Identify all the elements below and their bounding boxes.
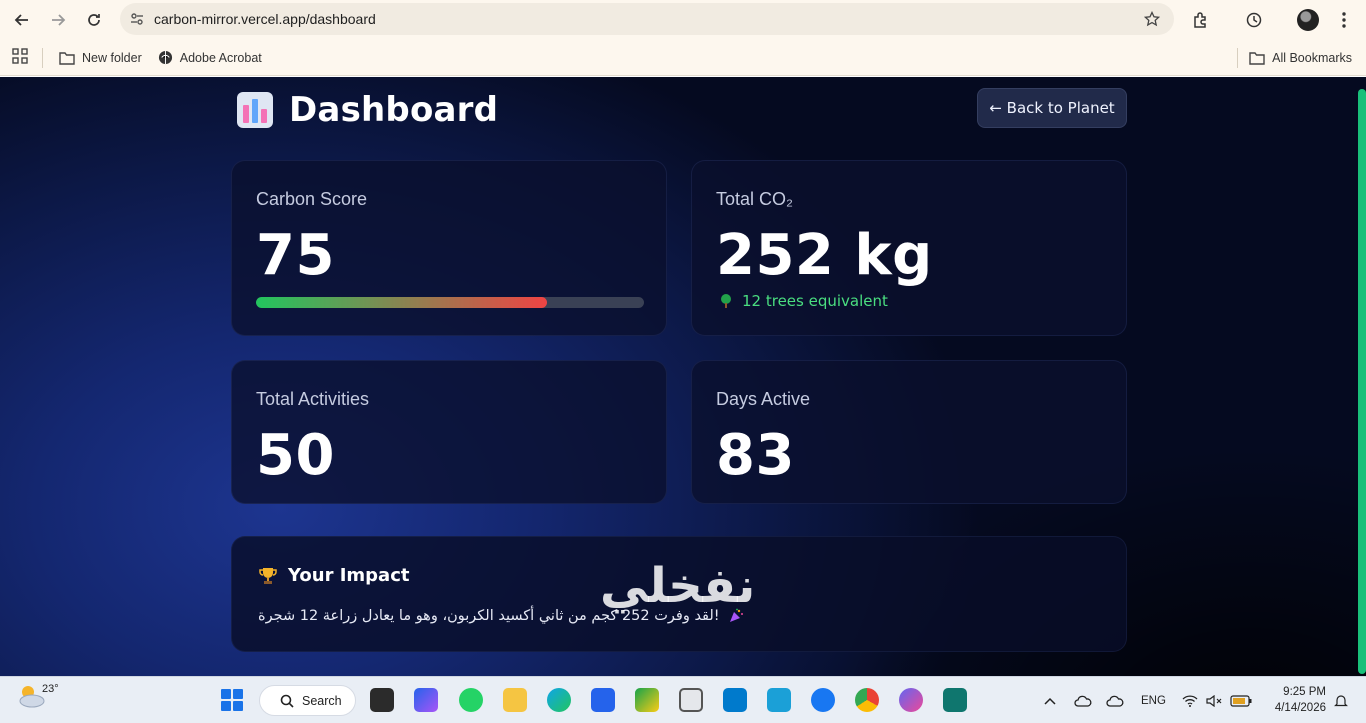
impact-title: Your Impact (258, 565, 409, 586)
bookmark-adobe-acrobat[interactable]: Adobe Acrobat (158, 50, 262, 65)
tree-icon (721, 294, 731, 308)
app-icon[interactable] (679, 688, 703, 712)
app-icon[interactable] (943, 688, 967, 712)
trophy-icon (259, 567, 277, 584)
extensions-icon[interactable] (1183, 0, 1219, 40)
store-icon[interactable] (591, 688, 615, 712)
app-icon[interactable] (899, 688, 923, 712)
reload-icon[interactable] (76, 2, 112, 38)
file-explorer-icon[interactable] (503, 688, 527, 712)
card-label: Carbon Score (256, 189, 368, 209)
chevron-up-icon (1044, 697, 1056, 705)
speaker-muted-icon[interactable] (1206, 677, 1222, 723)
profile-avatar[interactable] (1290, 0, 1326, 40)
apps-grid-icon[interactable] (12, 48, 28, 67)
card-label: Total CO₂ (716, 189, 794, 209)
windows-taskbar: 23° Search ENG 9:25 PM 4/14/2026 (0, 676, 1366, 723)
taskbar-search[interactable]: Search (259, 685, 356, 716)
scrollbar[interactable] (1358, 89, 1366, 674)
total-co2-value: 252 kg (716, 223, 933, 288)
notifications-icon[interactable] (1334, 677, 1348, 723)
watermark-text: نفخلي (600, 558, 756, 614)
battery-icon[interactable] (1230, 677, 1252, 723)
task-view-icon[interactable] (370, 688, 394, 712)
windows-start-icon[interactable] (221, 689, 243, 711)
carbon-score-card: Carbon Score 75 (231, 160, 667, 336)
search-icon (280, 694, 294, 708)
card-label: Total Activities (256, 389, 370, 409)
total-activities-value: 50 (256, 423, 335, 488)
vscode-icon[interactable] (723, 688, 747, 712)
days-active-card: Days Active 83 (691, 360, 1127, 504)
globe-icon (158, 50, 172, 65)
bookmark-star-icon[interactable] (1143, 10, 1161, 31)
carbon-score-progress (256, 297, 644, 308)
m365-icon[interactable] (414, 688, 438, 712)
wifi-icon[interactable] (1182, 677, 1198, 723)
onedrive-icon[interactable] (1074, 677, 1092, 723)
forward-arrow-icon[interactable] (40, 2, 76, 38)
menu-kebab-icon[interactable] (1326, 0, 1362, 40)
progress-fill (256, 297, 547, 308)
bar-chart-icon (237, 92, 273, 128)
address-bar[interactable]: carbon-mirror.vercel.app/dashboard (120, 3, 1174, 35)
app-icon[interactable] (635, 688, 659, 712)
page-header: Dashboard (237, 90, 498, 130)
all-bookmarks[interactable]: All Bookmarks (1249, 40, 1352, 76)
total-activities-card: Total Activities 50 (231, 360, 667, 504)
whatsapp-icon[interactable] (459, 688, 483, 712)
url-text[interactable]: carbon-mirror.vercel.app/dashboard (154, 11, 376, 27)
edge-icon[interactable] (547, 688, 571, 712)
back-to-planet-button[interactable]: ← Back to Planet (977, 88, 1127, 128)
bookmark-new-folder[interactable]: New folder (59, 51, 142, 65)
show-hidden-icons[interactable] (1044, 677, 1056, 723)
total-co2-card: Total CO₂ 252 kg 12 trees equivalent (691, 160, 1127, 336)
days-active-value: 83 (716, 423, 795, 488)
browser-toolbar: carbon-mirror.vercel.app/dashboard (0, 0, 1366, 40)
folder-icon (1249, 52, 1265, 65)
back-arrow-icon[interactable] (4, 2, 40, 38)
cloud-icon[interactable] (1106, 677, 1124, 723)
chrome-icon[interactable] (855, 688, 879, 712)
card-label: Days Active (716, 389, 811, 409)
facebook-icon[interactable] (811, 688, 835, 712)
trees-equivalent: 12 trees equivalent (718, 292, 888, 310)
history-icon[interactable] (1236, 0, 1272, 40)
language-indicator[interactable]: ENG (1141, 677, 1166, 723)
weather-widget[interactable]: 23° (16, 683, 59, 709)
folder-icon (59, 51, 75, 65)
carbon-score-value: 75 (256, 223, 335, 288)
bookmarks-bar: New folder Adobe Acrobat All Bookmarks (0, 40, 1366, 76)
site-settings-icon[interactable] (120, 11, 154, 27)
page-title: Dashboard (289, 90, 499, 130)
cisco-icon[interactable] (767, 688, 791, 712)
system-clock[interactable]: 9:25 PM 4/14/2026 (1264, 684, 1326, 716)
